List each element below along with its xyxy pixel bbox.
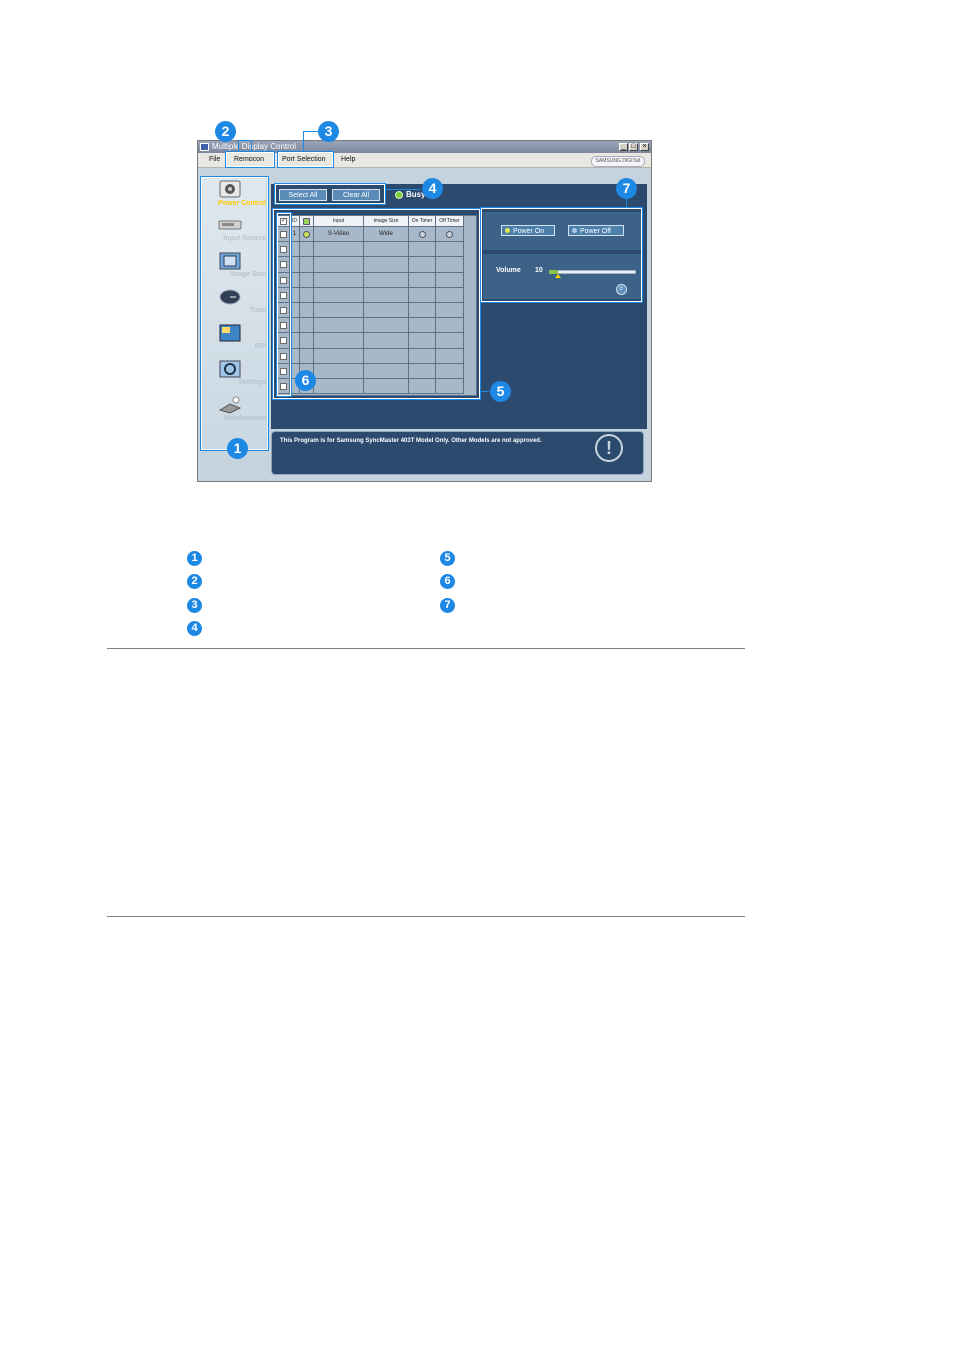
- highlight-remocon: [225, 151, 275, 168]
- divider-rule: [107, 916, 745, 917]
- legend-marker-6: 6: [440, 574, 455, 589]
- busy-indicator-icon: [395, 191, 403, 199]
- highlight-nav: [200, 176, 269, 451]
- legend-marker-2: 2: [187, 574, 202, 589]
- menu-file[interactable]: File: [204, 154, 225, 166]
- connector-line: [238, 140, 251, 141]
- callout-7: 7: [616, 178, 637, 199]
- connector-line: [238, 140, 239, 152]
- connector-line: [303, 131, 318, 132]
- connector-line: [385, 189, 420, 190]
- highlight-port-selection: [277, 151, 334, 168]
- callout-4: 4: [422, 178, 443, 199]
- callout-6: 6: [295, 370, 316, 391]
- callout-5: 5: [490, 381, 511, 402]
- samsung-logo: SAMSUNG DIGITall: [590, 156, 645, 167]
- callout-1: 1: [227, 438, 248, 459]
- connector-line: [480, 391, 489, 392]
- legend-marker-3: 3: [187, 598, 202, 613]
- legend-marker-7: 7: [440, 598, 455, 613]
- notice-bar: This Program is for Samsung SyncMaster 4…: [271, 431, 644, 475]
- highlight-checkbox-column: [276, 212, 292, 397]
- legend-marker-5: 5: [440, 551, 455, 566]
- app-icon: [200, 143, 209, 151]
- legend-marker-4: 4: [187, 621, 202, 636]
- connector-line: [626, 199, 627, 208]
- highlight-control-panel: [480, 207, 643, 303]
- notice-text: This Program is for Samsung SyncMaster 4…: [280, 438, 542, 444]
- connector-line: [303, 131, 304, 152]
- maximize-button[interactable]: □: [629, 143, 638, 151]
- highlight-toolbar: [274, 183, 386, 205]
- callout-3: 3: [318, 121, 339, 142]
- legend-marker-1: 1: [187, 551, 202, 566]
- connector-line: [251, 140, 252, 152]
- menu-help[interactable]: Help: [336, 154, 360, 166]
- close-button[interactable]: ×: [640, 143, 649, 151]
- info-icon: !: [595, 434, 623, 462]
- callout-2: 2: [215, 121, 236, 142]
- divider-rule: [107, 648, 745, 649]
- minimize-button[interactable]: _: [619, 143, 628, 151]
